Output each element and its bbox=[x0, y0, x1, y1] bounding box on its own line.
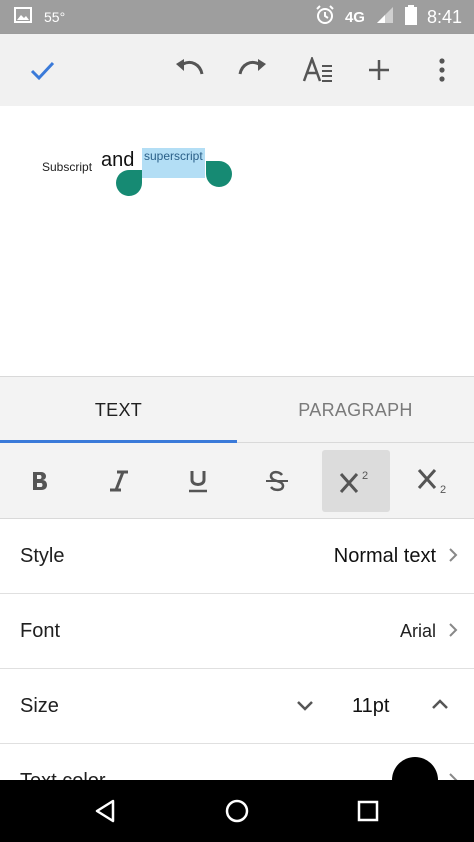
editor-toolbar bbox=[0, 34, 474, 106]
underline-button[interactable] bbox=[164, 450, 232, 512]
superscript-button[interactable]: 2 bbox=[322, 450, 390, 512]
subscript-icon: 2 bbox=[417, 469, 446, 494]
signal-icon bbox=[375, 5, 395, 29]
italic-button[interactable] bbox=[85, 450, 153, 512]
strikethrough-button[interactable] bbox=[243, 450, 311, 512]
redo-icon[interactable] bbox=[231, 48, 275, 92]
battery-icon bbox=[404, 5, 417, 29]
style-value: Normal text bbox=[333, 545, 436, 567]
font-value: Arial bbox=[399, 621, 436, 641]
home-icon[interactable] bbox=[221, 795, 253, 827]
recents-icon[interactable] bbox=[352, 795, 384, 827]
check-icon[interactable] bbox=[20, 48, 64, 92]
status-bar: 55° 4G 8:41 bbox=[0, 0, 474, 34]
decrease-size-icon[interactable] bbox=[293, 693, 317, 722]
font-label: Font bbox=[20, 620, 61, 642]
format-panel: TEXT PARAGRAPH 2 2 Style Normal text Fon… bbox=[0, 376, 474, 780]
italic-icon bbox=[110, 470, 128, 492]
text-format-buttons: 2 2 bbox=[0, 443, 474, 519]
more-vert-icon[interactable] bbox=[420, 48, 464, 92]
undo-icon[interactable] bbox=[167, 48, 211, 92]
selected-superscript-text[interactable]: superscript bbox=[142, 148, 205, 178]
size-label: Size bbox=[20, 695, 59, 717]
strikethrough-icon bbox=[266, 470, 288, 492]
size-row: Size 11pt bbox=[0, 669, 474, 744]
selection-handle-start[interactable] bbox=[116, 170, 142, 196]
underline-icon bbox=[189, 471, 207, 493]
tab-paragraph[interactable]: PARAGRAPH bbox=[237, 377, 474, 443]
image-icon bbox=[14, 7, 32, 26]
and-text[interactable]: and bbox=[101, 149, 134, 172]
font-row[interactable]: Font Arial bbox=[0, 594, 474, 669]
chevron-right-icon bbox=[448, 772, 458, 780]
format-tabs: TEXT PARAGRAPH bbox=[0, 377, 474, 443]
style-label: Style bbox=[20, 545, 65, 567]
text-color-label: Text color bbox=[20, 770, 106, 780]
style-row[interactable]: Style Normal text bbox=[0, 519, 474, 594]
network-label: 4G bbox=[344, 8, 365, 26]
bold-button[interactable] bbox=[6, 450, 74, 512]
selection-handle-end[interactable] bbox=[206, 161, 232, 187]
subscript-text[interactable]: Subscript bbox=[42, 160, 92, 174]
svg-text:2: 2 bbox=[440, 484, 446, 494]
system-nav-bar bbox=[0, 780, 474, 842]
superscript-icon: 2 bbox=[339, 470, 368, 493]
chevron-right-icon bbox=[448, 547, 458, 568]
add-icon[interactable] bbox=[357, 48, 401, 92]
temperature: 55° bbox=[44, 8, 66, 25]
subscript-button[interactable]: 2 bbox=[400, 450, 468, 512]
chevron-right-icon bbox=[448, 622, 458, 643]
svg-text:2: 2 bbox=[362, 470, 368, 482]
bold-icon bbox=[33, 472, 47, 490]
text-format-icon[interactable] bbox=[296, 48, 340, 92]
tab-text[interactable]: TEXT bbox=[0, 377, 237, 443]
increase-size-icon[interactable] bbox=[428, 693, 452, 722]
clock: 8:41 bbox=[426, 6, 462, 27]
alarm-icon bbox=[315, 5, 335, 29]
size-value: 11pt bbox=[352, 695, 390, 717]
document-canvas[interactable]: Subscript and superscript bbox=[0, 106, 474, 376]
back-icon[interactable] bbox=[89, 795, 121, 827]
